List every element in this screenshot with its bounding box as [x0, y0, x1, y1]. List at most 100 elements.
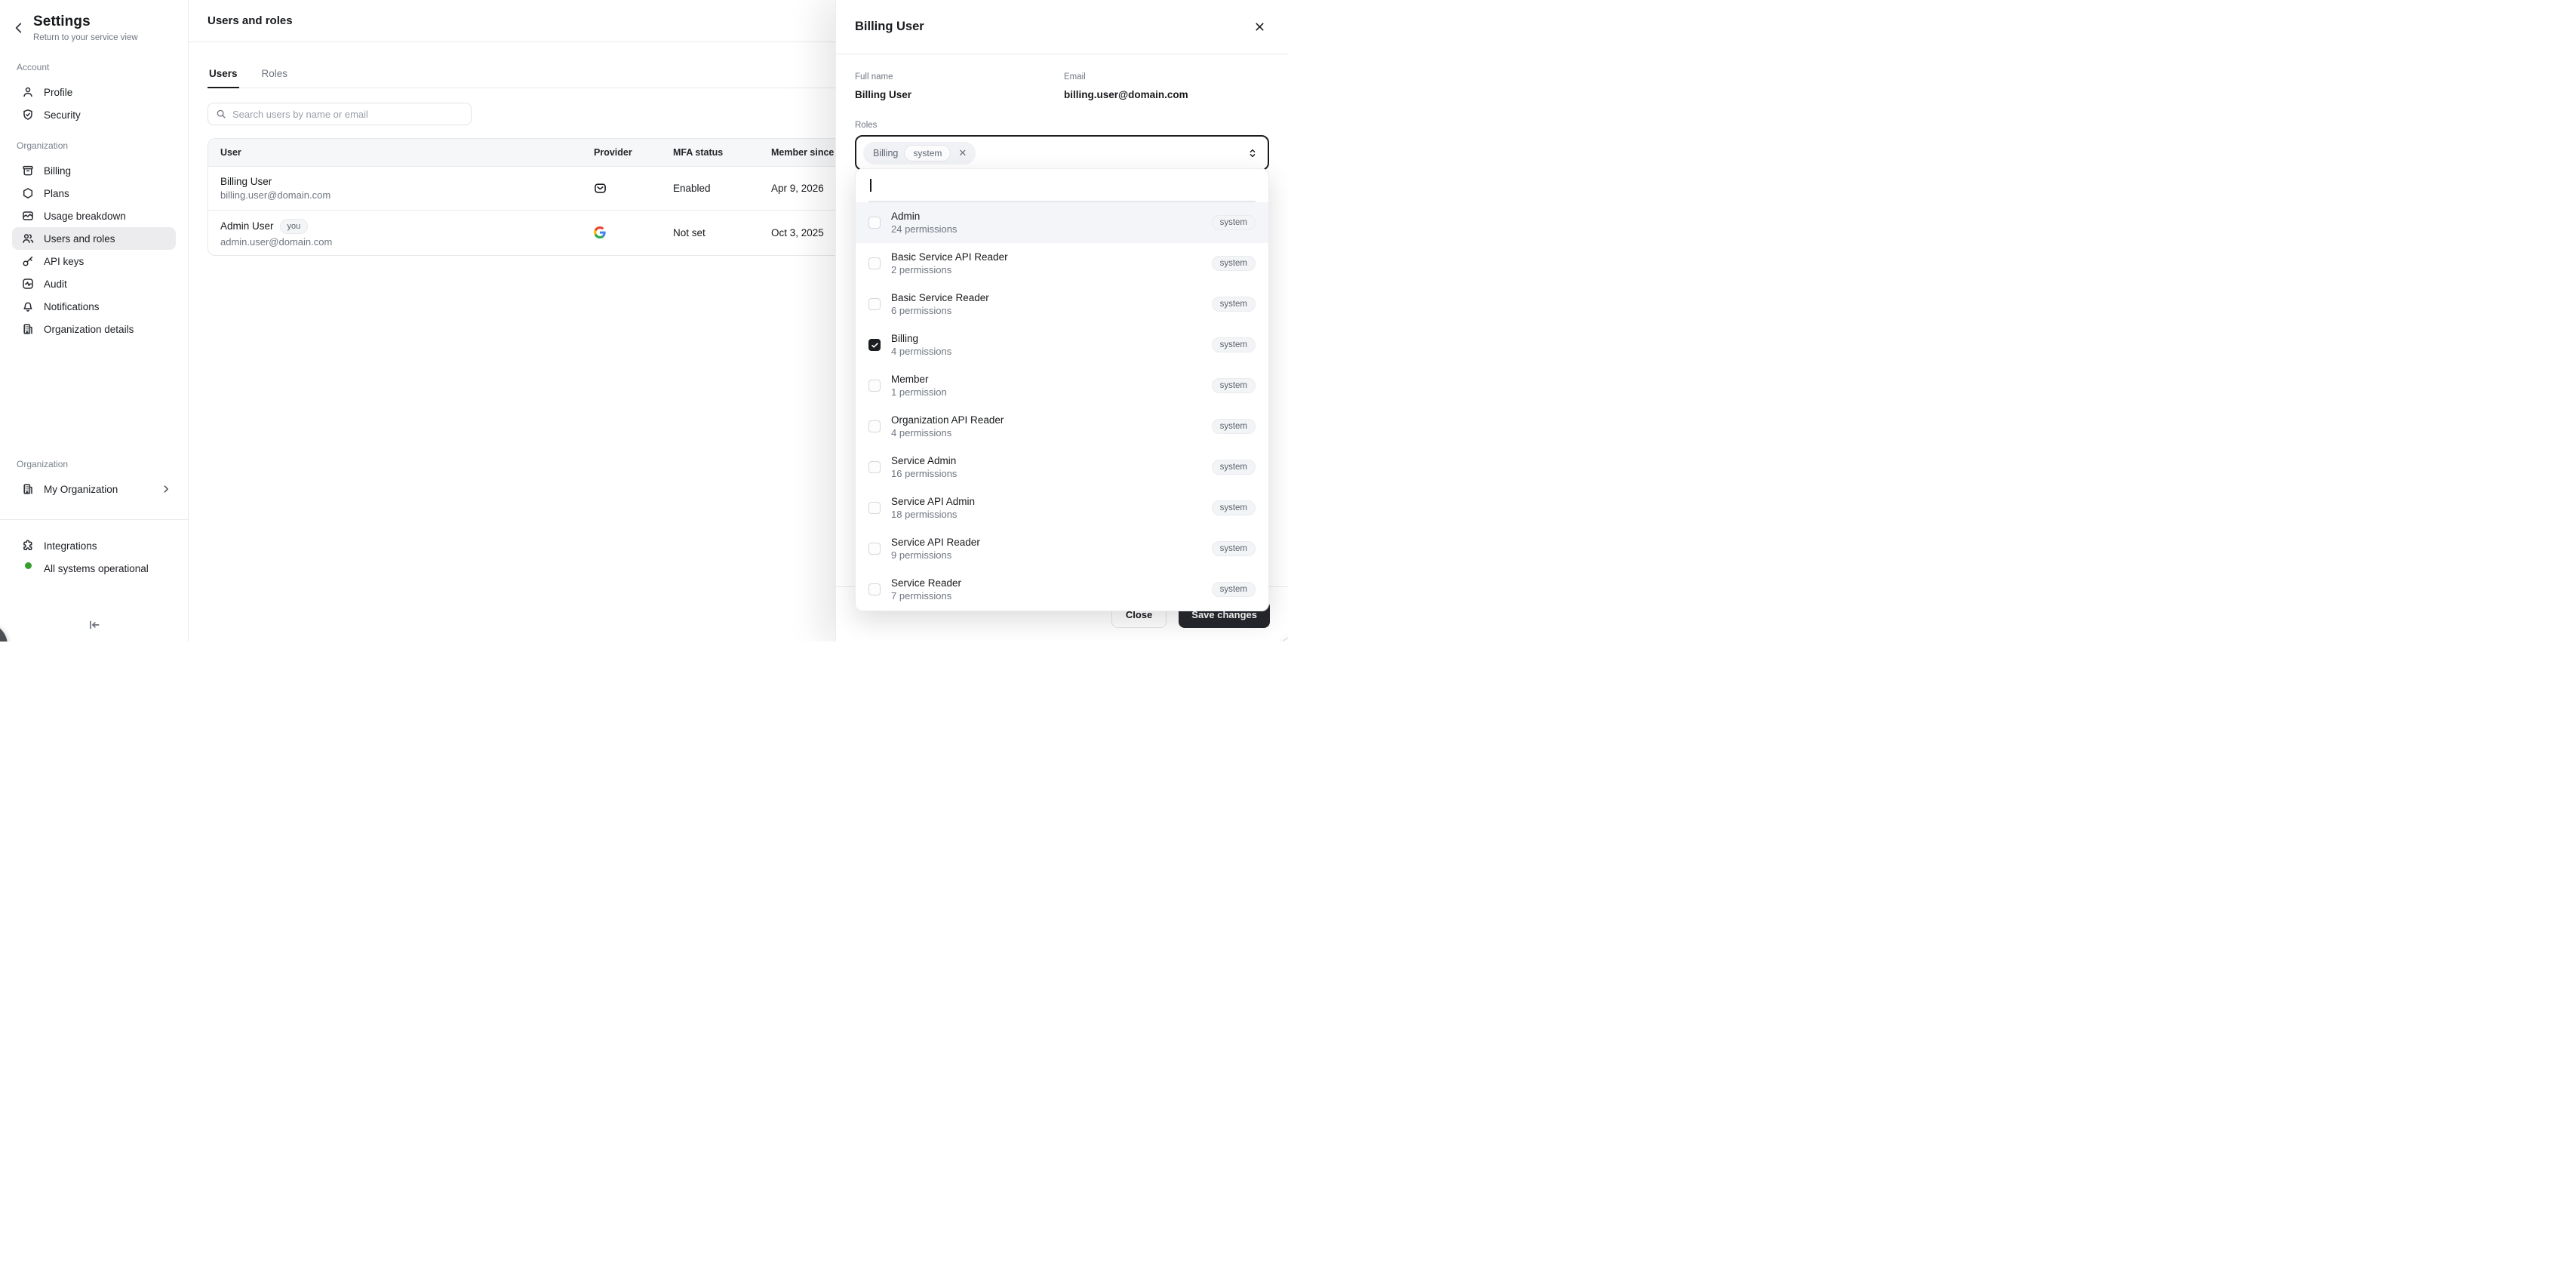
role-name: Billing — [891, 333, 951, 344]
sidebar-item-my-organization[interactable]: My Organization — [12, 478, 176, 500]
role-option-service-api-admin[interactable]: Service API Admin18 permissions system — [856, 488, 1268, 528]
sidebar-item-label: My Organization — [44, 484, 118, 495]
search-input[interactable] — [232, 109, 463, 120]
system-badge: system — [1212, 460, 1256, 475]
role-name: Organization API Reader — [891, 414, 1004, 426]
sidebar-item-api-keys[interactable]: API keys — [12, 250, 176, 272]
roles-multiselect[interactable]: Billing system ✕ — [855, 135, 1269, 171]
sidebar-item-label: Users and roles — [44, 233, 115, 245]
sidebar-item-integrations[interactable]: Integrations — [12, 534, 176, 557]
role-permissions: 4 permissions — [891, 427, 1004, 438]
close-icon[interactable] — [1250, 18, 1268, 36]
remove-chip-icon[interactable]: ✕ — [958, 147, 967, 159]
sidebar-item-audit[interactable]: Audit — [12, 272, 176, 295]
system-badge: system — [1212, 582, 1256, 597]
sidebar-item-label: Profile — [44, 87, 72, 98]
sidebar-item-billing[interactable]: Billing — [12, 159, 176, 182]
chip-system-badge: system — [904, 145, 951, 162]
sidebar-item-users-and-roles[interactable]: Users and roles — [12, 227, 176, 250]
member-since: Apr 9, 2026 — [771, 183, 824, 194]
settings-sidebar: Settings Return to your service view Acc… — [0, 0, 189, 642]
column-header-provider[interactable]: Provider — [594, 147, 673, 158]
nav-group-org-switcher: My Organization — [0, 478, 188, 500]
sidebar-item-label: Audit — [44, 278, 67, 290]
role-name: Basic Service Reader — [891, 292, 989, 303]
drawer-title: Billing User — [855, 20, 924, 34]
field-value: billing.user@domain.com — [1064, 89, 1269, 100]
section-label-organization-switcher: Organization — [0, 459, 188, 469]
checkbox[interactable] — [868, 298, 881, 310]
member-since: Oct 3, 2025 — [771, 227, 824, 238]
role-name: Service API Reader — [891, 537, 980, 548]
system-status-label: All systems operational — [44, 563, 149, 574]
tab-roles[interactable]: Roles — [260, 68, 290, 88]
checkbox[interactable] — [868, 583, 881, 595]
app-screen: Settings Return to your service view Acc… — [0, 0, 1288, 642]
sidebar-header: Settings Return to your service view — [0, 0, 188, 42]
user-search — [207, 103, 472, 125]
checkbox[interactable] — [868, 217, 881, 229]
checkbox[interactable] — [868, 420, 881, 432]
user-email: billing.user@domain.com — [220, 189, 594, 201]
hexagon-icon — [22, 187, 34, 199]
collapse-sidebar-icon[interactable] — [88, 618, 101, 632]
column-header-mfa-status[interactable]: MFA status — [673, 147, 771, 158]
section-label-organization: Organization — [0, 140, 188, 151]
selected-role-chip: Billing system ✕ — [863, 142, 976, 165]
role-option-service-admin[interactable]: Service Admin16 permissions system — [856, 447, 1268, 488]
checkbox[interactable] — [868, 380, 881, 392]
sidebar-title: Settings — [33, 14, 176, 30]
role-search-input[interactable] — [868, 169, 1256, 202]
role-name: Admin — [891, 211, 957, 222]
nav-group-organization: Billing Plans Usage breakdown Users and … — [0, 159, 188, 340]
tab-users[interactable]: Users — [207, 68, 239, 88]
checkbox[interactable] — [868, 461, 881, 473]
role-option-service-api-reader[interactable]: Service API Reader9 permissions system — [856, 528, 1268, 569]
checkbox[interactable] — [868, 502, 881, 514]
role-permissions: 24 permissions — [891, 223, 957, 235]
drawer-body: Full name Billing User Email billing.use… — [836, 54, 1288, 171]
role-permissions: 7 permissions — [891, 590, 961, 602]
system-badge: system — [1212, 256, 1256, 271]
field-label: Full name — [855, 72, 1064, 82]
user-email: admin.user@domain.com — [220, 236, 594, 248]
role-option-billing[interactable]: Billing4 permissions system — [856, 325, 1268, 365]
sidebar-item-profile[interactable]: Profile — [12, 81, 176, 103]
system-badge: system — [1212, 500, 1256, 515]
role-name: Service API Admin — [891, 496, 975, 507]
sidebar-divider — [0, 519, 188, 520]
checkbox[interactable] — [868, 543, 881, 555]
sidebar-item-label: Organization details — [44, 324, 134, 335]
role-option-member[interactable]: Member1 permission system — [856, 365, 1268, 406]
sidebar-item-notifications[interactable]: Notifications — [12, 295, 176, 318]
checkbox[interactable] — [868, 257, 881, 269]
drawer-header: Billing User — [836, 0, 1288, 54]
role-option-basic-service-api-reader[interactable]: Basic Service API Reader2 permissions sy… — [856, 243, 1268, 284]
text-caret — [870, 179, 871, 192]
system-badge: system — [1212, 378, 1256, 393]
role-option-basic-service-reader[interactable]: Basic Service Reader6 permissions system — [856, 284, 1268, 325]
back-chevron-icon[interactable] — [12, 21, 26, 35]
page-title: Users and roles — [207, 14, 293, 27]
sidebar-item-label: API keys — [44, 256, 84, 267]
search-icon — [216, 109, 226, 119]
mfa-status: Not set — [673, 227, 705, 238]
role-option-organization-api-reader[interactable]: Organization API Reader4 permissions sys… — [856, 406, 1268, 447]
role-name: Basic Service API Reader — [891, 251, 1008, 263]
checkbox-checked[interactable] — [868, 339, 881, 351]
sidebar-item-organization-details[interactable]: Organization details — [12, 318, 176, 340]
sidebar-item-system-status[interactable]: All systems operational — [12, 557, 176, 580]
sidebar-item-security[interactable]: Security — [12, 103, 176, 126]
role-option-service-reader[interactable]: Service Reader7 permissions system — [856, 569, 1268, 610]
sidebar-item-label: Notifications — [44, 301, 100, 312]
section-label-account: Account — [0, 62, 188, 72]
field-label: Email — [1064, 72, 1269, 82]
role-permissions: 2 permissions — [891, 264, 1008, 275]
sidebar-item-usage-breakdown[interactable]: Usage breakdown — [12, 205, 176, 227]
column-header-user[interactable]: User — [208, 147, 594, 158]
column-header-label: Member since — [771, 147, 834, 158]
building-icon — [22, 483, 34, 495]
sidebar-item-plans[interactable]: Plans — [12, 182, 176, 205]
role-permissions: 4 permissions — [891, 346, 951, 357]
role-option-admin[interactable]: Admin24 permissions system — [856, 202, 1268, 243]
